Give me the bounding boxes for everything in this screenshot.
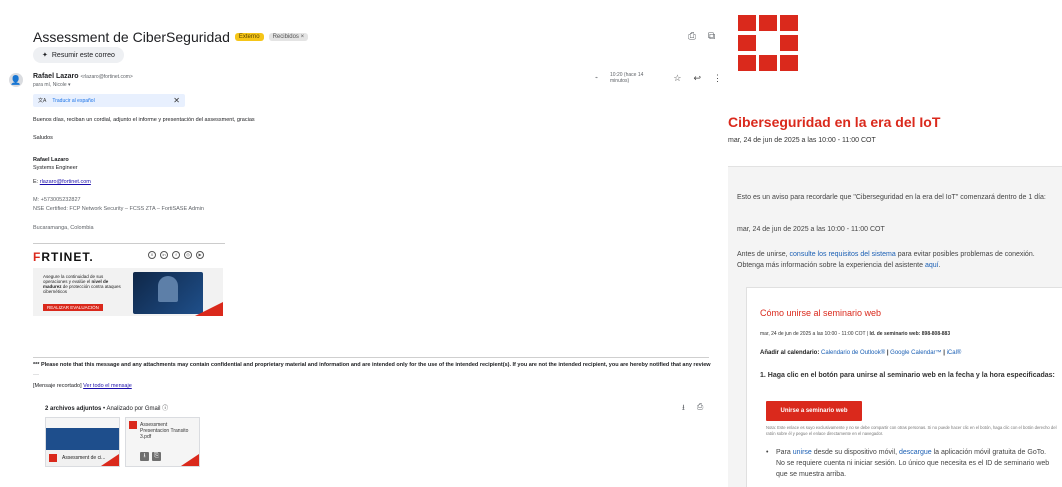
- webinar-date: mar, 24 de jun de 2025 a las 10:00 - 11:…: [728, 137, 876, 144]
- google-calendar-link[interactable]: Google Calendar™: [890, 350, 941, 356]
- header-actions: ⎙ ⧉: [688, 31, 715, 42]
- webinar-id: Id. de seminario web: 898-808-883: [869, 331, 951, 337]
- subject-row: Assessment de CiberSeguridad Externo Rec…: [33, 29, 309, 45]
- join-note: Nota: Este enlace es suyo exclusivamente…: [766, 425, 1057, 436]
- inbox-label-chip[interactable]: Recibidos ×: [268, 33, 309, 41]
- pdf-icon: [129, 421, 137, 429]
- signature-banner[interactable]: Asegure la continuidad de sus operacione…: [33, 268, 223, 316]
- sender-line: Rafael Lazaro <rlazaro@fortinet.com>: [33, 73, 133, 80]
- summarize-button[interactable]: ✦ Resumir este correo: [33, 47, 124, 63]
- reply-icon[interactable]: ↩: [693, 73, 701, 84]
- gmail-message-pane: Assessment de CiberSeguridad Externo Rec…: [0, 0, 722, 487]
- signature-city: Bucaramanga, Colombia: [33, 225, 94, 231]
- clipped-label: [Mensaje recortado]: [33, 383, 84, 389]
- attachments-header: 2 archivos adjuntos • Analizado por Gmai…: [45, 403, 168, 412]
- reminder-date: mar, 24 de jun de 2025 a las 10:00 - 11:…: [737, 226, 885, 233]
- message-time: 10:20 (hace 14 minutos): [610, 72, 644, 84]
- star-icon[interactable]: ☆: [673, 73, 681, 84]
- sender-name[interactable]: Rafael Lazaro: [33, 73, 79, 80]
- email-prefix: E:: [33, 179, 40, 185]
- banner-button[interactable]: REALIZAR EVALUACIÓN: [43, 304, 103, 311]
- banner-person-image: [158, 276, 178, 302]
- webinar-reminder-pane: Ciberseguridad en la era del IoT mar, 24…: [725, 0, 1062, 487]
- translate-link[interactable]: Traducir al español: [52, 98, 94, 104]
- sparkle-icon: ✦: [42, 52, 48, 59]
- signature-email-link[interactable]: rlazaro@fortinet.com: [40, 179, 91, 185]
- email-subject: Assessment de CiberSeguridad: [33, 29, 230, 45]
- join-instructions-card: Cómo unirse al seminario web mar, 24 de …: [746, 287, 1062, 487]
- body-greeting: Buenos días, reciban un cordial, adjunto…: [33, 117, 255, 123]
- header-divider: [728, 166, 1062, 167]
- reminder-text: Esto es un aviso para recordarle que "Ci…: [737, 194, 1046, 201]
- download-app-link[interactable]: descargue: [899, 449, 932, 456]
- instagram-icon[interactable]: ◎: [184, 251, 192, 259]
- download-all-icon[interactable]: ⭳: [682, 402, 685, 416]
- fortinet-logo: FRTINET.: [33, 250, 94, 264]
- attendee-experience-link[interactable]: aquí: [925, 262, 939, 269]
- recipients-dropdown[interactable]: para mí, Nicole ▾: [33, 82, 71, 88]
- requirements-text: Antes de unirse, consulte los requisitos…: [737, 251, 1035, 269]
- card-title: Cómo unirse al seminario web: [760, 308, 882, 318]
- join-step-1: 1. Haga clic en el botón para unirse al …: [760, 372, 1055, 379]
- banner-text: Asegure la continuidad de sus operacione…: [43, 274, 121, 294]
- attachment-card[interactable]: Assessment de ci...: [45, 417, 120, 467]
- outlook-calendar-link[interactable]: Calendario de Outlook®: [821, 350, 885, 356]
- card-date-id: mar, 24 de jun de 2025 a las 10:00 - 11:…: [760, 331, 951, 337]
- legal-disclaimer: *** Please note that this message and an…: [33, 362, 711, 368]
- view-full-message-link[interactable]: Ver todo el mensaje: [83, 383, 132, 389]
- signature-divider: [33, 243, 225, 244]
- external-badge: Externo: [234, 33, 264, 41]
- print-icon[interactable]: ⎙: [688, 31, 696, 42]
- pdf-icon: [49, 454, 57, 462]
- ical-link[interactable]: iCal®: [947, 350, 962, 356]
- body-closing: Saludos: [33, 135, 53, 141]
- sender-avatar[interactable]: 👤: [9, 73, 23, 87]
- signature-certs: NSE Certified: FCP Network Security – FC…: [33, 206, 204, 212]
- message-meta: ⌁ 10:20 (hace 14 minutos) ☆ ↩ ⋮: [595, 72, 722, 84]
- summarize-label: Resumir este correo: [51, 51, 115, 59]
- sender-address: <rlazaro@fortinet.com>: [80, 74, 133, 80]
- system-requirements-link[interactable]: consulte los requisitos del sistema: [790, 251, 896, 258]
- mobile-join-item: Para unirse desde su dispositivo móvil, …: [766, 447, 1056, 480]
- facebook-icon[interactable]: f: [172, 251, 180, 259]
- attachment-preview-header: [46, 418, 119, 428]
- save-to-drive-icon[interactable]: ⎘: [152, 452, 161, 461]
- close-icon[interactable]: ✕: [173, 96, 180, 105]
- attachments-actions: ⭳ ⎙: [682, 402, 703, 416]
- add-to-calendar-row: Añadir al calendario: Calendario de Outl…: [760, 350, 962, 356]
- signature-mobile: M: +573005232827: [33, 197, 81, 203]
- attachments-count: 2 archivos adjuntos: [45, 406, 102, 412]
- translate-icon: 文A: [38, 98, 47, 104]
- join-webinar-button[interactable]: Unirse a seminario web: [766, 401, 862, 421]
- social-links: X in f ◎ ▶: [148, 251, 204, 259]
- more-vert-icon[interactable]: ⋮: [713, 73, 722, 84]
- signature-role: Systems Engineer: [33, 165, 78, 171]
- webinar-title: Ciberseguridad en la era del IoT: [728, 114, 941, 130]
- youtube-icon[interactable]: ▶: [196, 251, 204, 259]
- signature-name: Rafael Lazaro: [33, 157, 69, 163]
- attachment-actions: ⭳ ⎘: [140, 452, 161, 461]
- content-divider: [33, 357, 709, 358]
- attachments-scanned: • Analizado por Gmail ⓘ: [101, 406, 169, 412]
- open-in-new-icon[interactable]: ⧉: [708, 31, 715, 42]
- attachment-card[interactable]: Assessment Presentacion Transito 3.pdf ⭳…: [125, 417, 200, 467]
- paperclip-icon: ⌁: [595, 75, 599, 81]
- attachment-name: Assessment Presentacion Transito 3.pdf: [140, 422, 189, 440]
- signature-email-row: E: rlazaro@fortinet.com: [33, 179, 91, 185]
- linkedin-icon[interactable]: in: [160, 251, 168, 259]
- download-icon[interactable]: ⭳: [140, 452, 149, 461]
- translate-bar: 文A Traducir al español ✕: [33, 94, 185, 107]
- show-trimmed-content-button[interactable]: ···: [33, 372, 39, 378]
- fortinet-logo-mark: [738, 15, 798, 71]
- clipped-message-row: [Mensaje recortado] Ver todo el mensaje: [33, 383, 132, 389]
- x-icon[interactable]: X: [148, 251, 156, 259]
- corner-accent: [181, 454, 199, 466]
- mobile-join-link[interactable]: unirse: [793, 449, 812, 456]
- save-to-drive-icon[interactable]: ⎙: [697, 402, 703, 416]
